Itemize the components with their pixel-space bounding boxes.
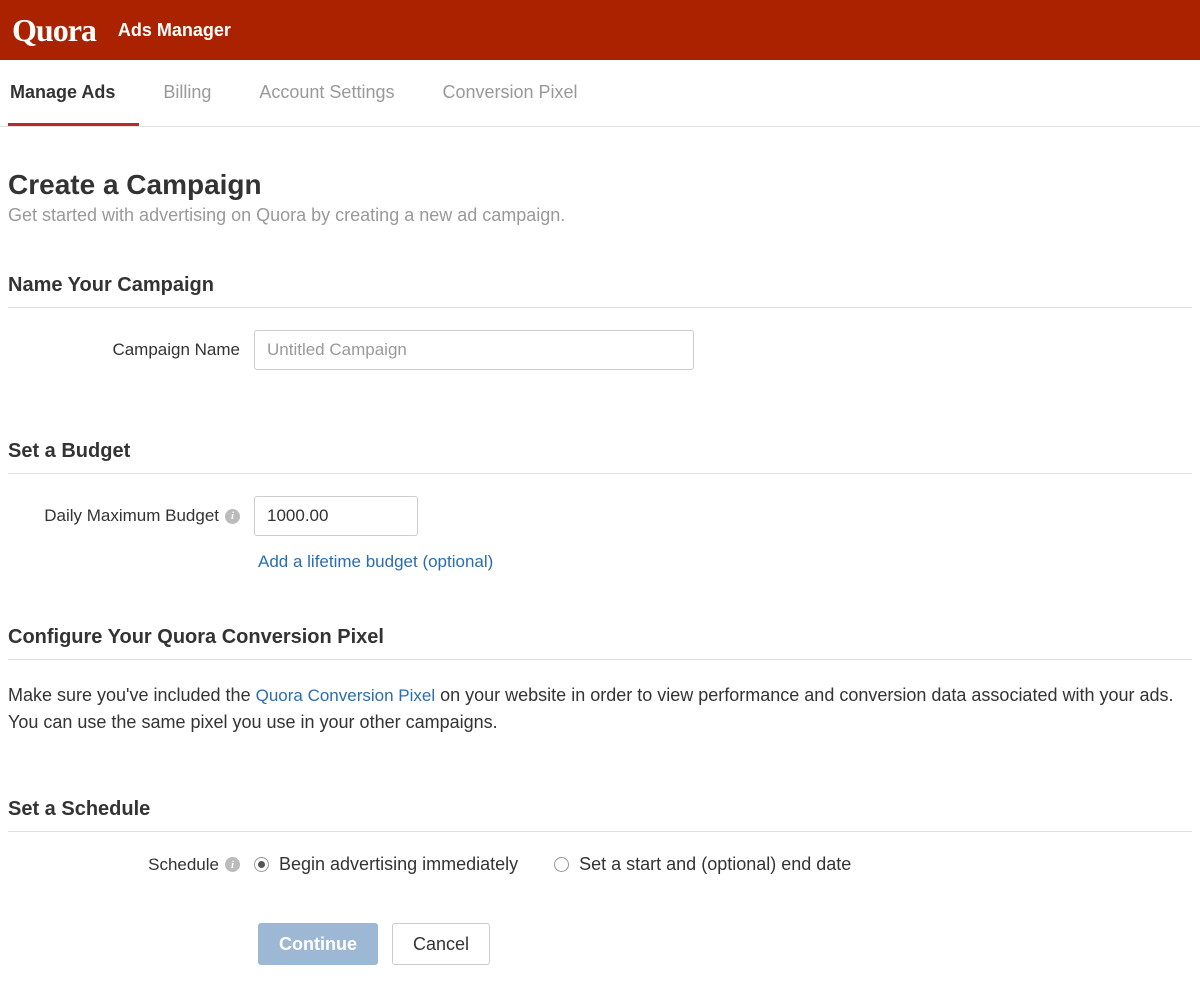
section-heading-name: Name Your Campaign [8, 274, 1192, 308]
section-heading-pixel: Configure Your Quora Conversion Pixel [8, 626, 1192, 660]
cancel-button[interactable]: Cancel [392, 923, 490, 965]
continue-button[interactable]: Continue [258, 923, 378, 965]
tab-billing[interactable]: Billing [139, 60, 235, 126]
header-title: Ads Manager [118, 20, 231, 41]
schedule-row: Schedule i Begin advertising immediately… [8, 854, 1192, 875]
quora-logo: Quora [12, 12, 96, 49]
tab-conversion-pixel[interactable]: Conversion Pixel [418, 60, 601, 126]
info-icon[interactable]: i [225, 857, 240, 872]
daily-budget-input[interactable] [254, 496, 418, 536]
page-content: Create a Campaign Get started with adver… [0, 127, 1200, 1005]
campaign-name-row: Campaign Name [8, 330, 1192, 370]
schedule-option-immediate[interactable]: Begin advertising immediately [254, 854, 518, 875]
page-subtitle: Get started with advertising on Quora by… [8, 205, 1192, 226]
section-heading-budget: Set a Budget [8, 440, 1192, 474]
info-icon[interactable]: i [225, 509, 240, 524]
nav-tabs: Manage Ads Billing Account Settings Conv… [0, 60, 1200, 127]
tab-manage-ads[interactable]: Manage Ads [8, 60, 139, 126]
radio-icon [254, 857, 269, 872]
section-heading-schedule: Set a Schedule [8, 798, 1192, 832]
lifetime-budget-link[interactable]: Add a lifetime budget (optional) [258, 552, 493, 571]
schedule-option-dates[interactable]: Set a start and (optional) end date [554, 854, 851, 875]
campaign-name-label: Campaign Name [8, 340, 254, 360]
campaign-name-input[interactable] [254, 330, 694, 370]
radio-icon [554, 857, 569, 872]
tab-account-settings[interactable]: Account Settings [235, 60, 418, 126]
button-row: Continue Cancel [258, 923, 1192, 965]
schedule-label: Schedule i [8, 855, 254, 875]
schedule-radio-group: Begin advertising immediately Set a star… [254, 854, 851, 875]
page-title: Create a Campaign [8, 169, 1192, 201]
pixel-description: Make sure you've included the Quora Conv… [8, 682, 1192, 736]
app-header: Quora Ads Manager [0, 0, 1200, 60]
daily-budget-row: Daily Maximum Budget i [8, 496, 1192, 536]
quora-conversion-pixel-link[interactable]: Quora Conversion Pixel [256, 686, 436, 705]
lifetime-budget-link-row: Add a lifetime budget (optional) [258, 552, 1192, 572]
daily-budget-label: Daily Maximum Budget i [8, 506, 254, 526]
